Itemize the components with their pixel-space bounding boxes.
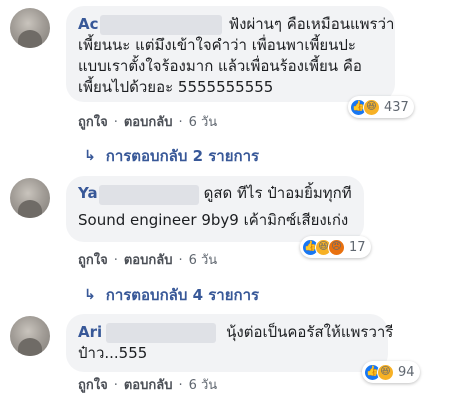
comment-text: เพี้ยนไปด้วยอะ 5555555555 <box>78 78 274 96</box>
reaction-count: 94 <box>398 364 415 380</box>
reaction-summary[interactable]: 👍 😆 437 <box>348 96 414 118</box>
haha-icon: 😆 <box>363 98 380 116</box>
redacted-name <box>100 15 222 35</box>
comment-actions: ถูกใจ · ตอบกลับ · 6 วัน <box>78 249 217 270</box>
replies-label[interactable]: การตอบกลับ 2 รายการ <box>106 144 259 168</box>
reaction-summary[interactable]: 👍 😆 😠 17 <box>300 236 371 258</box>
reply-link[interactable]: ตอบกลับ <box>124 111 173 132</box>
comment-author[interactable]: Ya <box>78 183 98 204</box>
comment-text: เพี้ยนนะ แต่มึงเข้าใจคำว่า เพื่อนพาเพี้ย… <box>78 36 356 54</box>
timestamp[interactable]: 6 วัน <box>189 111 218 132</box>
comment-bubble: Ya ดูสด ทีไร ป๋าอมยิ้มทุกที Sound enginee… <box>66 176 364 242</box>
avatar[interactable] <box>10 316 50 356</box>
reply-link[interactable]: ตอบกลับ <box>124 249 173 270</box>
reply-arrow-icon: ↳ <box>84 148 96 164</box>
comment-actions: ถูกใจ · ตอบกลับ · 6 วัน <box>78 374 217 395</box>
reply-arrow-icon: ↳ <box>84 287 96 303</box>
comment-actions: ถูกใจ · ตอบกลับ · 6 วัน <box>78 111 217 132</box>
avatar[interactable] <box>10 8 50 48</box>
like-link[interactable]: ถูกใจ <box>78 374 108 395</box>
comment-text: ดูสด ทีไร ป๋าอมยิ้มทุกที <box>203 184 352 202</box>
reaction-count: 437 <box>384 99 409 115</box>
view-replies-link[interactable]: ↳ การตอบกลับ 4 รายการ <box>84 283 259 307</box>
reaction-summary[interactable]: 👍 😆 94 <box>362 361 420 383</box>
redacted-name <box>106 323 216 343</box>
comment-bubble: Ari นุ้งต่อเป็นคอรัสให้แพรวารี ป๋าว...555 <box>66 314 393 372</box>
reply-link[interactable]: ตอบกลับ <box>124 374 173 395</box>
comment-text: นุ้งต่อเป็นคอรัสให้แพรวารี <box>226 323 394 341</box>
comment-text: ฟังผ่านๆ คือเหมือนแพรว่า <box>228 15 395 33</box>
comment-bubble: Ac ฟังผ่านๆ คือเหมือนแพรว่า เพี้ยนนะ แต่ม… <box>66 6 395 102</box>
comment-text: Sound engineer 9by9 เค้ามิกซ์เสียงเก่ง <box>78 211 349 229</box>
comment-text: แบบเราตั้งใจร้องมาก แล้วเพื่อนร้องเพี้ยน… <box>78 57 362 75</box>
comment-author[interactable]: Ac <box>78 14 99 35</box>
view-replies-link[interactable]: ↳ การตอบกลับ 2 รายการ <box>84 144 259 168</box>
haha-icon: 😆 <box>377 363 394 381</box>
redacted-name <box>99 185 199 205</box>
reaction-count: 17 <box>349 239 366 255</box>
replies-label[interactable]: การตอบกลับ 4 รายการ <box>106 283 259 307</box>
comment-author[interactable]: Ari <box>78 322 102 343</box>
avatar[interactable] <box>10 178 50 218</box>
comment-text: ป๋าว...555 <box>78 344 148 362</box>
timestamp[interactable]: 6 วัน <box>189 249 218 270</box>
like-link[interactable]: ถูกใจ <box>78 111 108 132</box>
like-link[interactable]: ถูกใจ <box>78 249 108 270</box>
timestamp[interactable]: 6 วัน <box>189 374 218 395</box>
angry-icon: 😠 <box>328 238 345 256</box>
